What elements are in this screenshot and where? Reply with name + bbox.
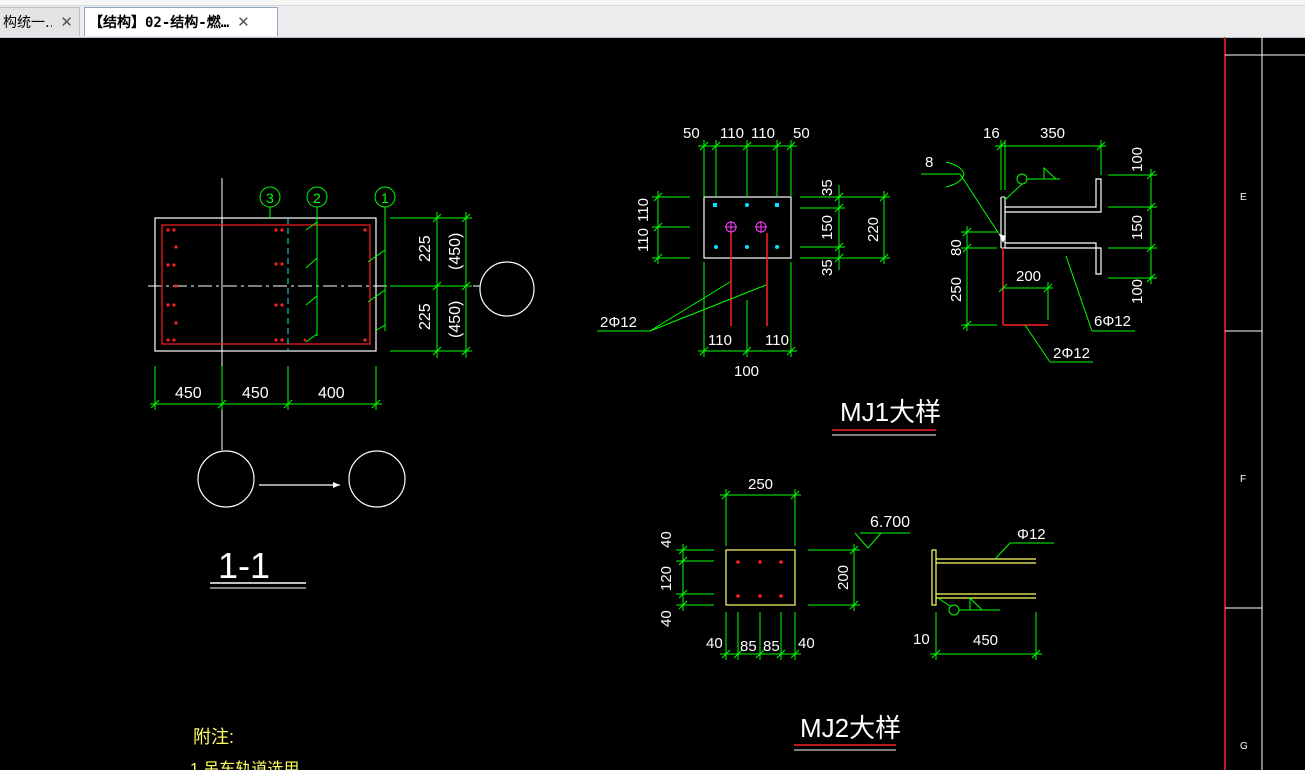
dim-400: 400: [318, 385, 345, 402]
mj2-side-rebar: Φ12: [1017, 526, 1046, 543]
mj2-dim-top: 250: [748, 476, 773, 493]
close-icon[interactable]: ✕: [237, 13, 250, 31]
mj2-dim-bottom-40b: 40: [798, 635, 815, 652]
mj2-dim-left-120: 120: [658, 566, 675, 591]
grid-label-f: F: [1240, 474, 1246, 485]
close-icon[interactable]: ✕: [60, 13, 73, 31]
drawing-frame: E F G: [1224, 37, 1305, 770]
mj1-side-rebar-6: 6Φ12: [1094, 313, 1131, 330]
section-title: 1-1: [218, 545, 270, 586]
mj2-elevation: 6.700: [870, 514, 910, 531]
mj2-dim-left-40a: 40: [658, 531, 675, 548]
rebar-dots: [166, 228, 367, 342]
mj1-side-view: 8 16 350 100 150 100 80 250 200 6Φ12 2Φ1…: [921, 125, 1157, 363]
mj1-title: MJ1大样: [840, 397, 941, 427]
notes-line-1: 1.吊车轨道选用: [190, 760, 299, 770]
dim-450-top: (450): [447, 233, 464, 270]
mj1-side-dim-250: 250: [948, 277, 965, 302]
grid-label-g: G: [1240, 741, 1248, 752]
stirrup-outline: [161, 224, 371, 345]
mj1-side-dim-100a: 100: [1129, 147, 1146, 172]
marker-2: 2: [313, 190, 321, 206]
marker-3: 3: [266, 190, 274, 206]
mj1-dim-right-35a: 35: [819, 179, 836, 196]
mj1-dim-top-110a: 110: [720, 125, 744, 142]
column-section-outline: [154, 217, 377, 352]
mj2-side-view: Φ12 10 450: [913, 526, 1054, 660]
mj2-side-dim-10: 10: [913, 631, 930, 648]
dim-450-bottom: (450): [447, 301, 464, 338]
mj1-dim-left-110b: 110: [635, 228, 652, 252]
mj1-side-dim-350: 350: [1040, 125, 1065, 142]
mj1-weld-size: 8: [925, 154, 933, 171]
dim-225-top: 225: [417, 235, 434, 262]
tab-bar-top-strip: [0, 0, 1305, 6]
mj1-dim-bottom-total: 100: [734, 363, 759, 380]
mj1-dim-top-50b: 50: [793, 125, 810, 142]
mj1-dim-right-150: 150: [819, 215, 836, 240]
mj1-plan-view: 50 110 110 50 110 110 35 150 35 220 110 …: [597, 125, 890, 380]
dim-450-b: 450: [242, 385, 269, 402]
mj1-dim-top-110b: 110: [751, 125, 775, 142]
mj2-dim-left-40b: 40: [658, 610, 675, 627]
mj2-side-dim-450: 450: [973, 632, 998, 649]
mj1-side-dim-150: 150: [1129, 215, 1146, 240]
dim-450-a: 450: [175, 385, 202, 402]
tab-document-2[interactable]: 【结构】02-结构-燃… ✕: [84, 7, 278, 36]
mj2-dim-bottom-85a: 85: [740, 638, 757, 655]
mj1-side-dim-16: 16: [983, 125, 1000, 142]
document-tab-bar: 构统一… ✕ 【结构】02-结构-燃… ✕: [0, 0, 1305, 38]
tab-label: 构统一…: [3, 15, 52, 31]
mj2-dim-right: 200: [835, 565, 852, 590]
mj1-side-dim-200: 200: [1016, 268, 1041, 285]
mj1-side-rebar-2: 2Φ12: [1053, 345, 1090, 362]
mj1-rebar-label: 2Φ12: [600, 314, 637, 331]
mj1-dim-bottom-110a: 110: [708, 332, 732, 349]
mj1-dim-top-50a: 50: [683, 125, 700, 142]
mj2-title: MJ2大样: [800, 713, 901, 743]
mj2-dim-bottom-40a: 40: [706, 635, 723, 652]
mj2-dim-bottom-85b: 85: [763, 638, 780, 655]
notes-heading: 附注:: [193, 727, 234, 747]
mj1-dim-right-35b: 35: [819, 259, 836, 276]
tab-document-1[interactable]: 构统一… ✕: [0, 7, 80, 36]
mj2-plan-view: 250 40 120 40 200 6.700 40 85 85 40: [658, 476, 910, 660]
dim-225-bottom: 225: [417, 303, 434, 330]
grid-label-e: E: [1240, 192, 1247, 203]
mj1-dim-right-220: 220: [865, 217, 882, 242]
marker-1: 1: [381, 190, 389, 206]
cad-drawing-canvas[interactable]: E F G 3 2 1 225 225 (450) (450) 450 450 …: [0, 37, 1305, 770]
mj1-side-dim-80: 80: [948, 239, 965, 256]
mj1-dim-left-110a: 110: [635, 198, 652, 222]
section-1-1: 3 2 1 225 225 (450) (450) 450 450 400 1-…: [148, 178, 535, 589]
mj1-side-dim-100b: 100: [1129, 279, 1146, 304]
tab-label: 【结构】02-结构-燃…: [89, 15, 230, 31]
mj1-dim-bottom-110b: 110: [765, 332, 789, 349]
